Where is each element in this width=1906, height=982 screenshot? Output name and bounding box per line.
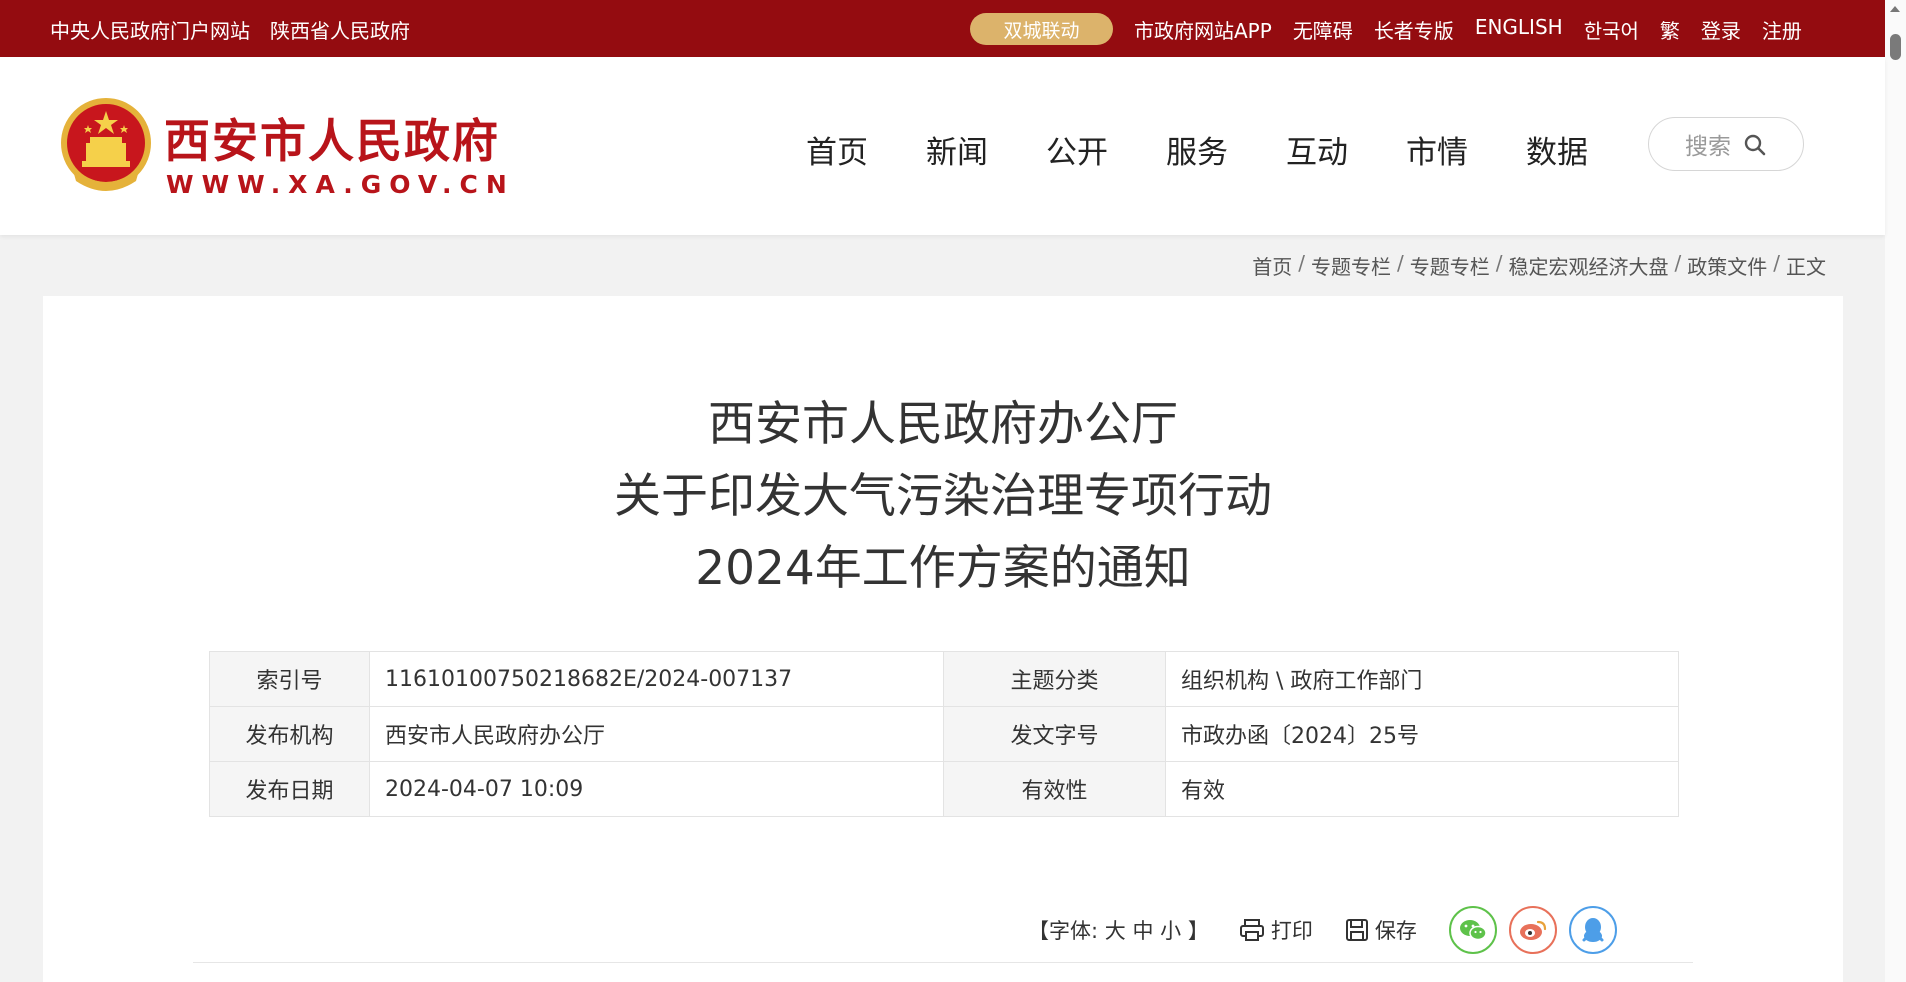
print-button[interactable]: 打印 (1239, 915, 1313, 945)
index-label: 索引号 (209, 651, 370, 707)
breadcrumb-special-1[interactable]: 专题专栏 (1311, 251, 1391, 280)
breadcrumb-separator: / (1773, 251, 1780, 275)
scrollbar-thumb[interactable] (1890, 34, 1901, 60)
publisher-value: 西安市人民政府办公厅 (369, 706, 944, 762)
font-size-control: 【字体: 大 中 小 】 (1028, 915, 1209, 945)
search-placeholder: 搜索 (1685, 134, 1731, 160)
article-tools: 【字体: 大 中 小 】 打印 保存 (1028, 906, 1629, 954)
breadcrumb-separator: / (1397, 251, 1404, 275)
divider (193, 962, 1693, 963)
site-header: 西安市人民政府 WWW.XA.GOV.CN 首页 新闻 公开 服务 互动 市情 … (0, 57, 1885, 235)
publisher-label: 发布机构 (209, 706, 370, 762)
save-icon (1345, 919, 1368, 941)
article-panel: 西安市人民政府办公厅 关于印发大气污染治理专项行动 2024年工作方案的通知 索… (43, 296, 1843, 982)
font-size-prefix: 【字体: (1028, 919, 1099, 943)
validity-label: 有效性 (943, 761, 1166, 817)
site-name[interactable]: 西安市人民政府 (164, 105, 500, 171)
link-app[interactable]: 市政府网站APP (1134, 15, 1272, 44)
font-medium-button[interactable]: 中 (1132, 919, 1153, 943)
topic-label: 主题分类 (943, 651, 1166, 707)
breadcrumb: 首页 / 专题专栏 / 专题专栏 / 稳定宏观经济大盘 / 政策文件 / 正文 (1252, 251, 1826, 280)
nav-city[interactable]: 市情 (1406, 127, 1526, 172)
share-qq-button[interactable] (1568, 906, 1617, 954)
top-left-links: 中央人民政府门户网站 陕西省人民政府 (50, 15, 410, 44)
search-icon[interactable] (1743, 133, 1767, 157)
table-row: 发布机构 西安市人民政府办公厅 发文字号 市政办函〔2024〕25号 (209, 706, 1679, 762)
validity-value: 有效 (1165, 761, 1679, 817)
weibo-icon (1519, 920, 1546, 940)
font-large-button[interactable]: 大 (1105, 919, 1126, 943)
table-row: 索引号 11610100750218682E/2024-007137 主题分类 … (209, 651, 1679, 707)
printer-icon (1239, 919, 1264, 941)
top-right-links: 市政府网站APP 无障碍 长者专版 ENGLISH 한국어 繁 登录 注册 (1134, 15, 1802, 44)
date-label: 发布日期 (209, 761, 370, 817)
link-english[interactable]: ENGLISH (1475, 15, 1563, 44)
twin-city-button[interactable]: 双城联动 (970, 13, 1113, 45)
breadcrumb-home[interactable]: 首页 (1252, 251, 1292, 280)
top-bar: 中央人民政府门户网站 陕西省人民政府 双城联动 市政府网站APP 无障碍 长者专… (0, 0, 1885, 57)
nav-service[interactable]: 服务 (1166, 127, 1286, 172)
link-register[interactable]: 注册 (1762, 15, 1802, 44)
title-line: 西安市人民政府办公厅 (708, 397, 1178, 452)
font-small-button[interactable]: 小 (1160, 919, 1181, 943)
breadcrumb-separator: / (1674, 251, 1682, 275)
wechat-icon (1459, 920, 1487, 941)
scrollbar[interactable] (1885, 0, 1906, 982)
breadcrumb-special-2[interactable]: 专题专栏 (1410, 251, 1490, 280)
nav-open[interactable]: 公开 (1046, 127, 1166, 172)
table-row: 发布日期 2024-04-07 10:09 有效性 有效 (209, 761, 1679, 817)
title-line: 2024年工作方案的通知 (695, 541, 1191, 596)
link-shaanxi-gov[interactable]: 陕西省人民政府 (270, 15, 410, 44)
doc-number-value: 市政办函〔2024〕25号 (1165, 706, 1679, 762)
article-title: 西安市人民政府办公厅 关于印发大气污染治理专项行动 2024年工作方案的通知 (43, 389, 1843, 605)
font-size-suffix: 】 (1187, 919, 1209, 943)
date-value: 2024-04-07 10:09 (369, 761, 944, 817)
link-central-gov[interactable]: 中央人民政府门户网站 (50, 15, 250, 44)
nav-news[interactable]: 新闻 (926, 127, 1046, 172)
topic-value: 组织机构 \ 政府工作部门 (1165, 651, 1679, 707)
metadata-table: 索引号 11610100750218682E/2024-007137 主题分类 … (209, 651, 1679, 817)
breadcrumb-separator: / (1298, 251, 1305, 275)
link-elderly[interactable]: 长者专版 (1374, 15, 1454, 44)
link-accessibility[interactable]: 无障碍 (1293, 15, 1353, 44)
breadcrumb-economy[interactable]: 稳定宏观经济大盘 (1509, 251, 1669, 280)
link-korean[interactable]: 한국어 (1584, 15, 1639, 44)
main-nav: 首页 新闻 公开 服务 互动 市情 数据 (806, 127, 1646, 172)
scroll-up-icon[interactable] (1890, 6, 1900, 12)
doc-number-label: 发文字号 (943, 706, 1166, 762)
link-login[interactable]: 登录 (1701, 15, 1741, 44)
national-emblem-icon[interactable] (58, 97, 154, 197)
search-box[interactable]: 搜索 (1648, 117, 1804, 171)
qq-icon (1582, 918, 1604, 942)
print-label: 打印 (1270, 919, 1313, 943)
nav-interact[interactable]: 互动 (1286, 127, 1406, 172)
save-label: 保存 (1374, 919, 1417, 943)
index-value: 11610100750218682E/2024-007137 (369, 651, 944, 707)
breadcrumb-current: 正文 (1786, 255, 1826, 279)
share-wechat-button[interactable] (1448, 906, 1497, 954)
title-line: 关于印发大气污染治理专项行动 (614, 469, 1272, 524)
nav-home[interactable]: 首页 (806, 127, 926, 172)
breadcrumb-separator: / (1495, 251, 1503, 275)
site-url: WWW.XA.GOV.CN (166, 170, 515, 199)
breadcrumb-policy[interactable]: 政策文件 (1687, 251, 1767, 280)
nav-data[interactable]: 数据 (1526, 127, 1646, 172)
link-traditional[interactable]: 繁 (1660, 15, 1680, 44)
share-weibo-button[interactable] (1508, 906, 1557, 954)
save-button[interactable]: 保存 (1345, 915, 1417, 945)
